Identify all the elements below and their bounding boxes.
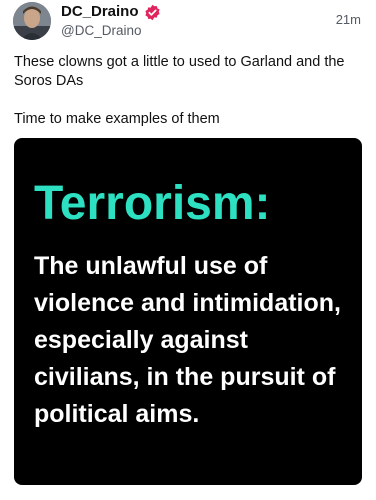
avatar[interactable] bbox=[13, 2, 51, 40]
verified-badge-icon bbox=[144, 4, 161, 21]
post-timestamp[interactable]: 21m bbox=[336, 12, 361, 27]
post-text: These clowns got a little to used to Gar… bbox=[14, 53, 359, 129]
image-body-text: The unlawful use of violence and intimid… bbox=[34, 252, 341, 428]
post-text-line: Time to make examples of them bbox=[14, 111, 220, 127]
author-display-name[interactable]: DC_Draino bbox=[61, 2, 139, 22]
post-card: DC_Draino @DC_Draino 21m These clowns go… bbox=[0, 0, 376, 500]
author-row: DC_Draino bbox=[61, 2, 161, 22]
author-handle[interactable]: @DC_Draino bbox=[61, 22, 141, 40]
image-title-text: Terrorism: bbox=[34, 177, 271, 230]
post-image[interactable]: Terrorism: The unlawful use of violence … bbox=[14, 138, 362, 485]
post-text-line: These clowns got a little to used to Gar… bbox=[14, 54, 345, 89]
